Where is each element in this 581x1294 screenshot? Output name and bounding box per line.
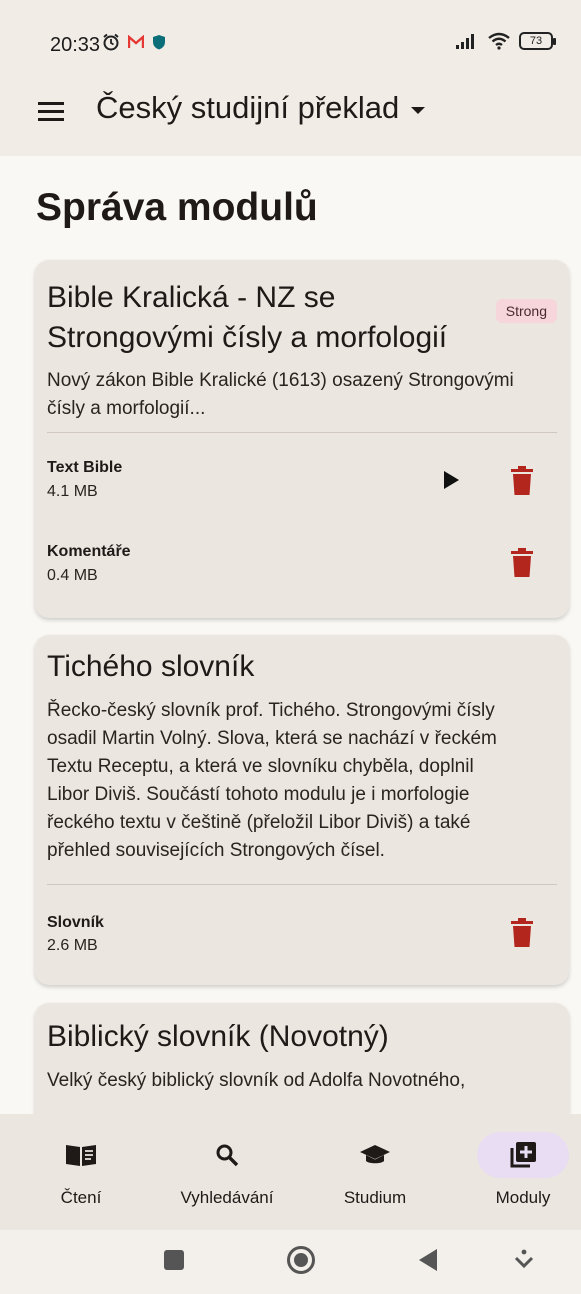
component-name: Komentáře: [47, 543, 131, 560]
home-icon[interactable]: [286, 1245, 316, 1275]
module-card: Bible Kralická - NZ se Strongovými čísly…: [35, 260, 569, 618]
caret-down-icon: [411, 106, 426, 114]
graduation-cap-icon: [360, 1145, 390, 1164]
vpn-shield-icon: [153, 35, 165, 50]
module-title: Biblický slovník (Novotný): [47, 1020, 389, 1053]
nav-label: Vyhledávání: [180, 1188, 274, 1207]
back-icon[interactable]: [417, 1248, 439, 1272]
page-title: Správa modulů: [36, 186, 318, 229]
gmail-icon: [128, 35, 144, 48]
app-title: Český studijní překlad: [96, 90, 400, 125]
nav-item-cteni[interactable]: Čtení: [35, 1114, 127, 1230]
module-card: Biblický slovník (Novotný) Velký český b…: [35, 1003, 569, 1114]
bottom-navigation: Čtení Vyhledávání Studium Moduly: [0, 1114, 581, 1230]
delete-icon[interactable]: [509, 548, 535, 578]
module-description: Velký český biblický slovník od Adolfa N…: [47, 1070, 466, 1091]
active-indicator: [477, 1132, 569, 1178]
recents-icon[interactable]: [163, 1249, 185, 1271]
battery-icon: 73: [519, 32, 556, 50]
component-name: Text Bible: [47, 459, 123, 476]
nav-label: Studium: [343, 1188, 407, 1207]
module-title: Tichého slovník: [47, 650, 255, 683]
nav-item-studium[interactable]: Studium: [329, 1114, 421, 1230]
strong-badge: Strong: [495, 299, 557, 323]
nav-label: Moduly: [495, 1188, 551, 1207]
alarm-icon: [103, 33, 119, 51]
translation-selector[interactable]: Český studijní překlad: [96, 90, 426, 126]
nav-label: Čtení: [60, 1188, 102, 1207]
status-time: 20:33: [50, 34, 101, 56]
module-list-content[interactable]: Správa modulů Bible Kralická - NZ se Str…: [0, 156, 581, 1114]
delete-icon[interactable]: [509, 918, 535, 948]
wifi-icon: [488, 32, 510, 50]
divider: [47, 432, 557, 433]
delete-icon[interactable]: [509, 466, 535, 496]
add-module-icon: [510, 1142, 536, 1168]
nav-item-moduly[interactable]: Moduly: [477, 1114, 569, 1230]
component-size: 0.4 MB: [47, 567, 98, 584]
search-icon: [216, 1144, 239, 1167]
menu-icon[interactable]: [38, 102, 64, 122]
system-navigation-bar: [0, 1230, 581, 1294]
app-bar: Český studijní překlad: [0, 66, 581, 156]
divider: [47, 884, 557, 885]
nav-item-vyhledavani[interactable]: Vyhledávání: [168, 1114, 286, 1230]
keyboard-hide-icon[interactable]: [514, 1249, 534, 1271]
component-size: 4.1 MB: [47, 483, 98, 500]
module-title: Bible Kralická - NZ se Strongovými čísly…: [47, 281, 448, 354]
play-icon[interactable]: [444, 471, 459, 489]
component-name: Slovník: [47, 914, 104, 931]
book-icon: [66, 1145, 96, 1166]
module-card: Tichého slovník Řecko-český slovník prof…: [35, 635, 569, 985]
signal-icon: [456, 34, 474, 49]
module-description: Nový zákon Bible Kralické (1613) osazený…: [47, 370, 514, 419]
component-size: 2.6 MB: [47, 937, 98, 954]
module-description: Řecko-český slovník prof. Tichého. Stron…: [47, 700, 497, 861]
